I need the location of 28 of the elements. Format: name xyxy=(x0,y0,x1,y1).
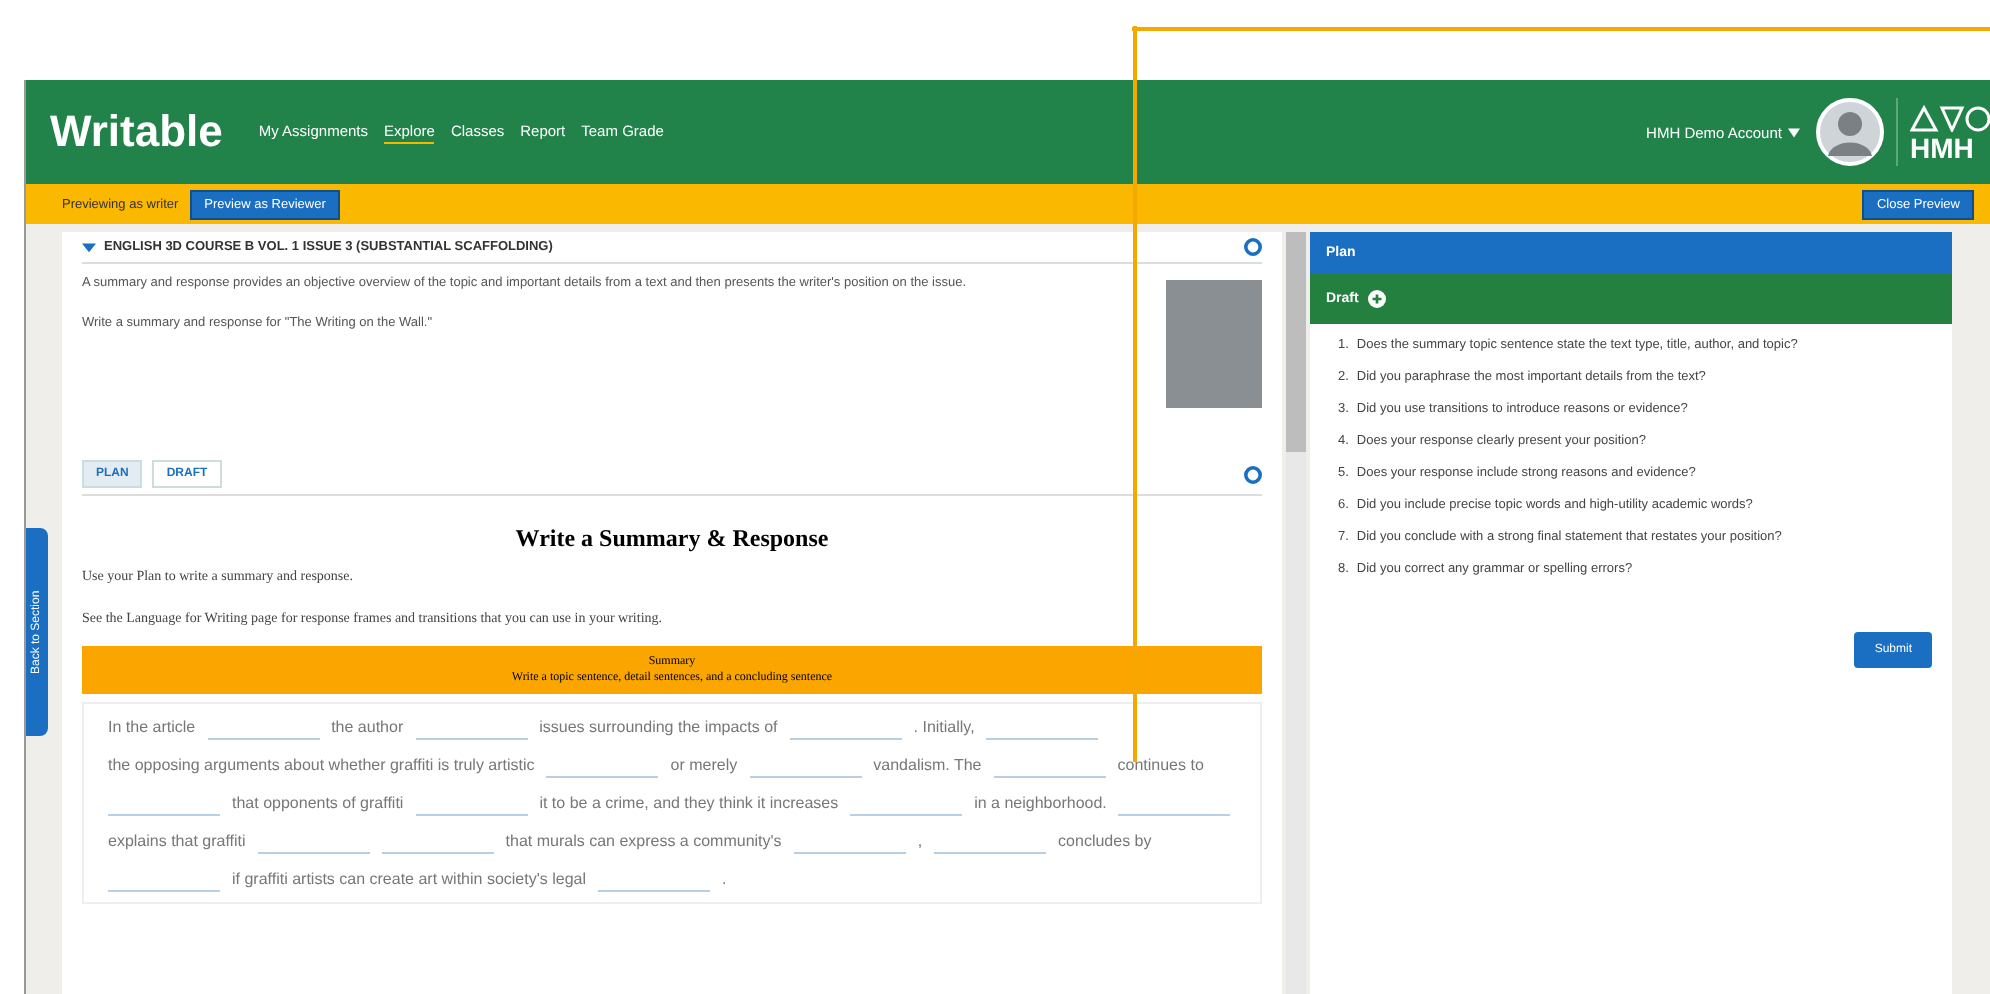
scrollbar-thumb[interactable] xyxy=(1286,232,1306,452)
frame-text: in a neighborhood. xyxy=(974,792,1107,816)
frame-text: that murals can express a community's xyxy=(505,830,782,854)
frame-text: the opposing arguments about whether graffiti is truly artistic xyxy=(108,754,535,778)
frame-text: In the article xyxy=(108,716,196,740)
caret-icon[interactable] xyxy=(82,240,96,254)
frame-text: explains that graffiti xyxy=(108,830,246,854)
frame-text: if graffiti artists can create art within society's legal xyxy=(232,868,587,892)
app-logo: Writable xyxy=(50,106,223,158)
frame-text: concludes by xyxy=(1058,830,1152,854)
avatar-icon[interactable] xyxy=(1816,98,1884,166)
frame-text: issues surrounding the impacts of xyxy=(539,716,778,740)
frame-text: that opponents of graffiti xyxy=(232,792,404,816)
frame-text: , xyxy=(917,830,923,854)
frame-text: or merely xyxy=(670,754,738,778)
frame-text: vandalism. The xyxy=(873,754,982,778)
frame-text: continues to xyxy=(1117,754,1204,778)
frame-text: . xyxy=(722,868,727,892)
frame-text: the author xyxy=(331,716,404,740)
frame-text: it to be a crime, and they think it increases xyxy=(539,792,839,816)
shapes-icon xyxy=(1910,103,1990,131)
plus-circle-icon[interactable] xyxy=(1368,290,1387,308)
video-thumbnail[interactable] xyxy=(1166,280,1262,408)
frame-text: . Initially, xyxy=(913,716,975,740)
draft-heading: Write a Summary & Response xyxy=(513,524,831,554)
dropdown-caret-icon[interactable] xyxy=(1788,127,1800,137)
scrollbar[interactable] xyxy=(1286,232,1306,994)
brand-name: HMH xyxy=(1910,133,1974,161)
